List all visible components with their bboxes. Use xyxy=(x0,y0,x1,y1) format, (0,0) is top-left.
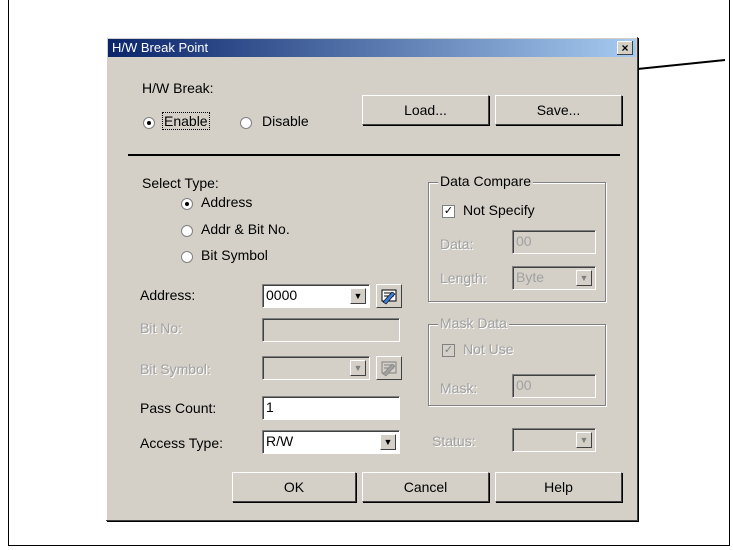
not-specify-checkbox[interactable]: ✓ xyxy=(442,205,455,218)
pass-count-label: Pass Count: xyxy=(140,400,217,416)
cancel-button[interactable]: Cancel xyxy=(362,472,489,502)
data-label: Data: xyxy=(440,236,474,252)
mask-field[interactable]: 00 xyxy=(512,374,596,398)
not-specify-label[interactable]: Not Specify xyxy=(463,202,535,218)
disable-label[interactable]: Disable xyxy=(262,113,309,129)
bit-no-label: Bit No: xyxy=(140,320,183,336)
enable-radio[interactable] xyxy=(143,117,155,129)
status-label: Status: xyxy=(432,433,476,449)
address-radio[interactable] xyxy=(181,198,193,210)
enable-label[interactable]: Enable xyxy=(162,112,210,130)
bit-symbol-radio[interactable] xyxy=(181,251,193,263)
chevron-down-icon[interactable]: ▼ xyxy=(350,360,366,376)
access-type-value: R/W xyxy=(266,433,294,449)
help-button[interactable]: Help xyxy=(495,472,622,502)
mask-data-label: Mask Data xyxy=(438,315,509,331)
load-button[interactable]: Load... xyxy=(362,95,489,125)
select-type-label: Select Type: xyxy=(142,175,219,191)
ok-button[interactable]: OK xyxy=(232,472,356,502)
bit-symbol-label: Bit Symbol: xyxy=(140,361,211,377)
symbol-browse-icon[interactable] xyxy=(376,356,402,380)
chevron-down-icon[interactable]: ▼ xyxy=(350,288,366,304)
title-bar: H/W Break Point × xyxy=(108,39,636,57)
address-option-label[interactable]: Address xyxy=(201,194,252,210)
pass-count-field[interactable]: 1 xyxy=(262,396,400,420)
address-value: 0000 xyxy=(266,287,298,303)
bit-symbol-option-label[interactable]: Bit Symbol xyxy=(201,247,268,263)
close-button[interactable]: × xyxy=(617,41,633,55)
dialog-title: H/W Break Point xyxy=(112,40,209,55)
length-label: Length: xyxy=(440,270,487,286)
mask-label: Mask: xyxy=(440,380,478,396)
chevron-down-icon[interactable]: ▼ xyxy=(576,432,592,448)
hw-break-label: H/W Break: xyxy=(142,80,214,96)
data-compare-label: Data Compare xyxy=(438,173,534,189)
separator-line xyxy=(128,154,620,156)
address-label: Address: xyxy=(140,287,196,303)
length-value: Byte xyxy=(516,269,545,285)
disable-radio[interactable] xyxy=(240,117,252,129)
data-field[interactable]: 00 xyxy=(512,230,596,254)
access-type-label: Access Type: xyxy=(140,435,224,451)
not-use-checkbox[interactable]: ✓ xyxy=(442,344,455,357)
chevron-down-icon[interactable]: ▼ xyxy=(380,434,396,450)
bit-no-field[interactable] xyxy=(262,318,400,342)
chevron-down-icon[interactable]: ▼ xyxy=(576,270,592,286)
addr-bit-no-option-label[interactable]: Addr & Bit No. xyxy=(201,221,290,237)
addr-bit-no-radio[interactable] xyxy=(181,225,193,237)
symbol-browse-icon[interactable] xyxy=(376,284,402,308)
save-button[interactable]: Save... xyxy=(495,95,622,125)
not-use-label[interactable]: Not Use xyxy=(463,341,514,357)
